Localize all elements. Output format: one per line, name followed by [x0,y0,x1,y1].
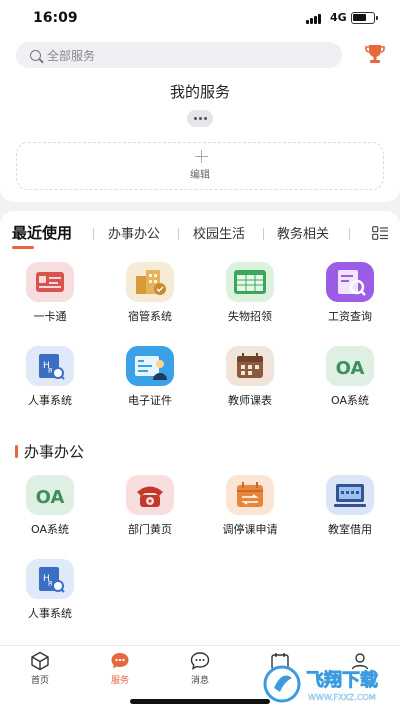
app-teacher-timetable[interactable]: 教师课表 [200,346,300,422]
app-oa-system[interactable]: OA OA系统 [300,346,400,422]
app-oa-system[interactable]: OA OA系统 [0,475,100,551]
tab-office[interactable]: 办事办公 [108,223,160,242]
app-hr-system[interactable]: H R 人事系统 [0,346,100,422]
status-bar: 16:09 4G [0,0,400,36]
app-label: 一卡通 [33,310,67,323]
app-label: 宿管系统 [128,310,172,323]
oa-icon-text: OA [36,487,65,508]
app-salary-query[interactable]: 工资查询 [300,262,400,338]
tab-recent[interactable]: 最近使用 [12,222,72,243]
salary-query-icon [326,262,374,302]
network-type: 4G [330,11,347,24]
search-icon [30,49,41,61]
hr-system-icon: H R [26,346,74,386]
lost-found-icon [226,262,274,302]
nav-home[interactable]: 首页 [0,646,80,686]
class-adjust-icon [226,475,274,515]
search-input[interactable]: 全部服务 [16,42,342,68]
app-classroom-borrow[interactable]: 教室借用 [300,475,400,551]
nav-label: 首页 [30,676,49,686]
tab-divider [93,228,94,240]
search-placeholder: 全部服务 [47,48,96,63]
app-label: 电子证件 [128,394,172,407]
id-card-icon [26,262,74,302]
app-phone-directory[interactable]: 部门黄页 [100,475,200,551]
watermark-text: 飞翔下载 [306,669,378,691]
oa-icon-text: OA [336,358,365,379]
status-time: 16:09 [33,10,78,26]
tab-academic[interactable]: 教务相关 [277,223,329,242]
app-label: 人事系统 [28,394,72,407]
e-certificate-icon [126,346,174,386]
section-header-office: 办事办公 [15,441,84,462]
home-cube-icon [31,651,49,671]
hr-system-icon: H R [26,559,74,599]
app-hr-system[interactable]: H R 人事系统 [0,559,100,635]
dormitory-icon [126,262,174,302]
tab-divider [349,228,350,240]
app-label: 教师课表 [228,394,272,407]
message-icon [190,652,210,670]
app-id-card[interactable]: 一卡通 [0,262,100,338]
more-icon[interactable] [187,110,213,127]
app-label: 调停课申请 [222,523,278,536]
service-chat-icon [111,653,129,669]
plus-icon [195,150,208,163]
watermark-url: WWW.FXXZ.COM [308,693,376,702]
section-accent-bar [15,445,18,458]
app-label: OA系统 [31,523,69,536]
trophy-icon[interactable] [364,42,386,66]
edit-label: 编辑 [190,170,210,181]
category-tabs: 最近使用 办事办公 校园生活 教务相关 [0,211,400,251]
home-indicator[interactable] [130,699,270,704]
section-title: 办事办公 [24,443,85,461]
phone-directory-icon [126,475,174,515]
nav-label: 消息 [190,676,209,686]
nav-service[interactable]: 服务 [80,646,160,686]
watermark-logo: 飞翔下载 WWW.FXXZ.COM [263,665,378,703]
app-class-adjust[interactable]: 调停课申请 [200,475,300,551]
category-menu-icon[interactable] [372,226,388,240]
nav-message[interactable]: 消息 [160,646,240,686]
edit-services-button[interactable]: 编辑 [16,142,384,190]
tab-divider [263,228,264,240]
oa-icon: OA [26,475,74,515]
app-label: 部门黄页 [128,523,172,536]
services-panel: 最近使用 办事办公 校园生活 教务相关 一卡通 宿管系统 失物招领 工资查询 H… [0,211,400,645]
app-label: 工资查询 [328,310,372,323]
oa-icon: OA [326,346,374,386]
active-tab-indicator [12,246,34,249]
app-label: OA系统 [331,394,369,407]
timetable-icon [226,346,274,386]
app-label: 人事系统 [28,607,72,620]
battery-icon [351,12,378,24]
app-e-certificate[interactable]: 电子证件 [100,346,200,422]
tab-campus-life[interactable]: 校园生活 [193,223,245,242]
app-dormitory[interactable]: 宿管系统 [100,262,200,338]
tab-divider [178,228,179,240]
my-services-title: 我的服务 [169,83,230,101]
app-lost-found[interactable]: 失物招领 [200,262,300,338]
classroom-borrow-icon [326,475,374,515]
nav-label: 服务 [110,676,129,686]
app-label: 失物招领 [228,310,272,323]
signal-icon [306,14,321,24]
my-services-card: 全部服务 我的服务 编辑 [0,36,400,202]
app-label: 教室借用 [328,523,372,536]
